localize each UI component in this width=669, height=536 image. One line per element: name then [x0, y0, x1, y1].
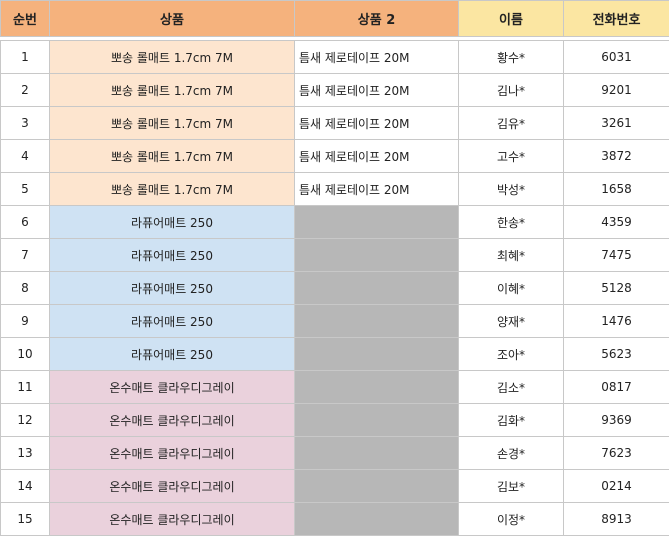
- cell-product[interactable]: 뽀송 롤매트 1.7cm 7M: [50, 107, 295, 140]
- cell-phone[interactable]: 7623: [564, 437, 669, 470]
- cell-product[interactable]: 라퓨어매트 250: [50, 239, 295, 272]
- cell-phone[interactable]: 4359: [564, 206, 669, 239]
- cell-product2-empty[interactable]: [295, 404, 459, 437]
- cell-phone[interactable]: 3872: [564, 140, 669, 173]
- cell-name[interactable]: 고수*: [459, 140, 564, 173]
- table-row: 6 라퓨어매트 250 한송* 4359: [1, 206, 669, 239]
- cell-product[interactable]: 온수매트 클라우디그레이: [50, 470, 295, 503]
- table-row: 9 라퓨어매트 250 양재* 1476: [1, 305, 669, 338]
- cell-no[interactable]: 2: [1, 74, 50, 107]
- cell-name[interactable]: 박성*: [459, 173, 564, 206]
- cell-product[interactable]: 뽀송 롤매트 1.7cm 7M: [50, 74, 295, 107]
- cell-product[interactable]: 라퓨어매트 250: [50, 338, 295, 371]
- cell-phone[interactable]: 9369: [564, 404, 669, 437]
- cell-product2-empty[interactable]: [295, 470, 459, 503]
- cell-no[interactable]: 4: [1, 140, 50, 173]
- cell-product[interactable]: 뽀송 롤매트 1.7cm 7M: [50, 173, 295, 206]
- table-row: 12 온수매트 클라우디그레이 김화* 9369: [1, 404, 669, 437]
- table-row: 13 온수매트 클라우디그레이 손경* 7623: [1, 437, 669, 470]
- cell-product[interactable]: 온수매트 클라우디그레이: [50, 371, 295, 404]
- cell-no[interactable]: 1: [1, 41, 50, 74]
- cell-phone[interactable]: 5623: [564, 338, 669, 371]
- cell-name[interactable]: 황수*: [459, 41, 564, 74]
- cell-product[interactable]: 라퓨어매트 250: [50, 206, 295, 239]
- cell-no[interactable]: 12: [1, 404, 50, 437]
- cell-product2-empty[interactable]: [295, 305, 459, 338]
- cell-product2[interactable]: 틈새 제로테이프 20M: [295, 140, 459, 173]
- cell-product2-empty[interactable]: [295, 503, 459, 536]
- cell-no[interactable]: 8: [1, 272, 50, 305]
- cell-name[interactable]: 이혜*: [459, 272, 564, 305]
- cell-product2-empty[interactable]: [295, 206, 459, 239]
- table-row: 14 온수매트 클라우디그레이 김보* 0214: [1, 470, 669, 503]
- cell-product2[interactable]: 틈새 제로테이프 20M: [295, 173, 459, 206]
- cell-phone[interactable]: 9201: [564, 74, 669, 107]
- cell-name[interactable]: 김화*: [459, 404, 564, 437]
- table-row: 7 라퓨어매트 250 최혜* 7475: [1, 239, 669, 272]
- cell-no[interactable]: 11: [1, 371, 50, 404]
- cell-phone[interactable]: 1476: [564, 305, 669, 338]
- cell-name[interactable]: 김나*: [459, 74, 564, 107]
- cell-product[interactable]: 온수매트 클라우디그레이: [50, 437, 295, 470]
- cell-name[interactable]: 양재*: [459, 305, 564, 338]
- cell-phone[interactable]: 0214: [564, 470, 669, 503]
- header-product2[interactable]: 상품 2: [295, 1, 459, 37]
- cell-phone[interactable]: 0817: [564, 371, 669, 404]
- cell-no[interactable]: 15: [1, 503, 50, 536]
- cell-name[interactable]: 김보*: [459, 470, 564, 503]
- header-name[interactable]: 이름: [459, 1, 564, 37]
- table-row: 4 뽀송 롤매트 1.7cm 7M 틈새 제로테이프 20M 고수* 3872: [1, 140, 669, 173]
- table-row: 1 뽀송 롤매트 1.7cm 7M 틈새 제로테이프 20M 황수* 6031: [1, 41, 669, 74]
- cell-product[interactable]: 온수매트 클라우디그레이: [50, 404, 295, 437]
- cell-name[interactable]: 김유*: [459, 107, 564, 140]
- cell-product[interactable]: 온수매트 클라우디그레이: [50, 503, 295, 536]
- table-row: 8 라퓨어매트 250 이혜* 5128: [1, 272, 669, 305]
- cell-no[interactable]: 14: [1, 470, 50, 503]
- cell-product2-empty[interactable]: [295, 239, 459, 272]
- cell-name[interactable]: 한송*: [459, 206, 564, 239]
- cell-no[interactable]: 5: [1, 173, 50, 206]
- cell-name[interactable]: 손경*: [459, 437, 564, 470]
- cell-no[interactable]: 13: [1, 437, 50, 470]
- cell-no[interactable]: 6: [1, 206, 50, 239]
- header-no[interactable]: 순번: [1, 1, 50, 37]
- table-row: 10 라퓨어매트 250 조아* 5623: [1, 338, 669, 371]
- table-row: 11 온수매트 클라우디그레이 김소* 0817: [1, 371, 669, 404]
- cell-name[interactable]: 이정*: [459, 503, 564, 536]
- cell-no[interactable]: 9: [1, 305, 50, 338]
- cell-product[interactable]: 라퓨어매트 250: [50, 272, 295, 305]
- table-row: 15 온수매트 클라우디그레이 이정* 8913: [1, 503, 669, 536]
- cell-product2-empty[interactable]: [295, 437, 459, 470]
- cell-product2-empty[interactable]: [295, 338, 459, 371]
- winner-table: 순번 상품 상품 2 이름 전화번호 1 뽀송 롤매트 1.7cm 7M 틈새 …: [0, 0, 669, 536]
- cell-phone[interactable]: 8913: [564, 503, 669, 536]
- cell-phone[interactable]: 7475: [564, 239, 669, 272]
- cell-product2-empty[interactable]: [295, 272, 459, 305]
- table-row: 3 뽀송 롤매트 1.7cm 7M 틈새 제로테이프 20M 김유* 3261: [1, 107, 669, 140]
- cell-no[interactable]: 3: [1, 107, 50, 140]
- cell-phone[interactable]: 3261: [564, 107, 669, 140]
- cell-phone[interactable]: 5128: [564, 272, 669, 305]
- cell-product[interactable]: 뽀송 롤매트 1.7cm 7M: [50, 41, 295, 74]
- cell-product2-empty[interactable]: [295, 371, 459, 404]
- cell-product[interactable]: 라퓨어매트 250: [50, 305, 295, 338]
- table-row: 5 뽀송 롤매트 1.7cm 7M 틈새 제로테이프 20M 박성* 1658: [1, 173, 669, 206]
- header-product[interactable]: 상품: [50, 1, 295, 37]
- cell-name[interactable]: 김소*: [459, 371, 564, 404]
- cell-product[interactable]: 뽀송 롤매트 1.7cm 7M: [50, 140, 295, 173]
- header-phone[interactable]: 전화번호: [564, 1, 669, 37]
- cell-phone[interactable]: 6031: [564, 41, 669, 74]
- cell-product2[interactable]: 틈새 제로테이프 20M: [295, 107, 459, 140]
- cell-product2[interactable]: 틈새 제로테이프 20M: [295, 74, 459, 107]
- table-row: 2 뽀송 롤매트 1.7cm 7M 틈새 제로테이프 20M 김나* 9201: [1, 74, 669, 107]
- header-row: 순번 상품 상품 2 이름 전화번호: [1, 1, 669, 37]
- cell-name[interactable]: 조아*: [459, 338, 564, 371]
- cell-phone[interactable]: 1658: [564, 173, 669, 206]
- cell-name[interactable]: 최혜*: [459, 239, 564, 272]
- cell-no[interactable]: 7: [1, 239, 50, 272]
- cell-product2[interactable]: 틈새 제로테이프 20M: [295, 41, 459, 74]
- cell-no[interactable]: 10: [1, 338, 50, 371]
